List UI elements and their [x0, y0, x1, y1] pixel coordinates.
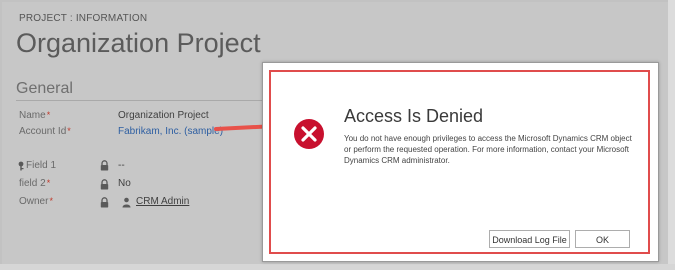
dialog-title: Access Is Denied — [344, 106, 484, 126]
required-marker: * — [49, 196, 53, 206]
field-value-field-1: -- — [118, 160, 125, 171]
field-label-account-id: Account Id* — [19, 126, 71, 137]
key-icon — [17, 158, 25, 176]
field-label-text: Owner — [19, 196, 49, 207]
page-title: Organization Project — [16, 28, 261, 58]
field-label-owner: Owner* — [19, 196, 53, 207]
field-label-field-2: field 2* — [19, 178, 50, 189]
section-title-general: General — [16, 80, 73, 97]
field-label-text: field 2 — [19, 178, 46, 189]
error-x-icon — [294, 119, 324, 149]
field-value-name[interactable]: Organization Project — [118, 110, 209, 121]
field-label-field-1: Field 1 — [26, 160, 57, 171]
download-log-file-button[interactable]: Download Log File — [489, 230, 570, 248]
entity-type-label: PROJECT : INFORMATION — [19, 13, 148, 24]
field-label-text: Name — [19, 110, 46, 121]
lock-icon — [100, 195, 109, 213]
section-divider — [16, 100, 268, 101]
field-label-text: Account Id — [19, 126, 67, 137]
required-marker: * — [46, 110, 51, 120]
dialog-message: You do not have enough privileges to acc… — [344, 134, 632, 165]
required-marker: * — [67, 126, 71, 136]
window-edge-right — [668, 0, 675, 270]
owner-link[interactable]: CRM Admin — [136, 196, 189, 207]
user-icon — [122, 195, 131, 213]
ok-button[interactable]: OK — [575, 230, 630, 248]
lock-icon — [100, 158, 109, 176]
account-link[interactable]: Fabrikam, Inc. (sample) — [118, 126, 223, 137]
field-label-name: Name* — [19, 110, 50, 121]
required-marker: * — [46, 178, 51, 188]
field-value-field-2: No — [118, 178, 131, 189]
window-edge-bottom — [0, 264, 675, 270]
lock-icon — [100, 177, 109, 195]
